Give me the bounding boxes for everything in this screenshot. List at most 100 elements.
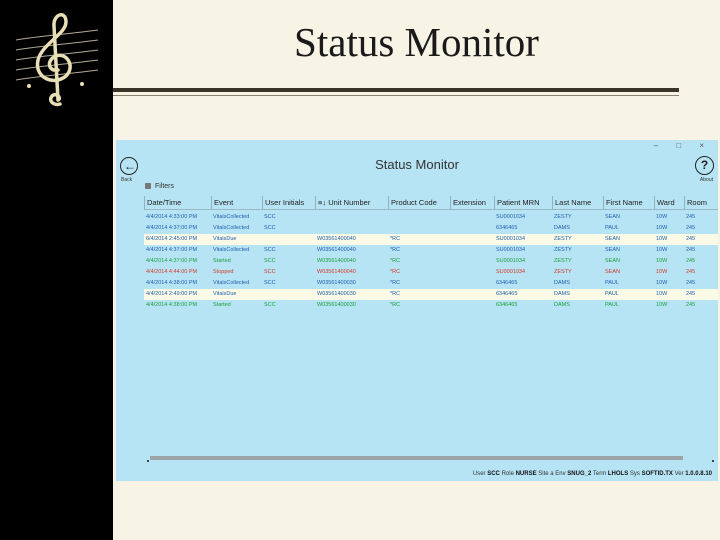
left-decor-bar [0, 0, 113, 540]
cell-extension [450, 289, 494, 300]
column-header-extension[interactable]: Extension [450, 196, 494, 209]
cell-event: VitalsCollected [213, 280, 250, 286]
column-header-ward[interactable]: Ward [654, 196, 684, 209]
cell-product: *RC [390, 258, 401, 264]
cell-unit [315, 212, 388, 223]
cell-user: SCC [264, 280, 276, 286]
cell-user: SCC [264, 302, 276, 308]
cell-date: 4/4/2014 4:37:00 PM [146, 247, 198, 253]
column-header-last-name[interactable]: Last Name [552, 196, 603, 209]
question-mark-icon: ? [700, 158, 709, 172]
cell-last: ZESTY [554, 269, 572, 275]
window-controls[interactable]: – □ × [654, 141, 712, 150]
app-title: Status Monitor [375, 157, 459, 172]
cell-first: PAUL [605, 225, 619, 231]
status-ver-label: Ver [674, 471, 684, 477]
cell-date: 4/4/2014 4:37:00 PM [146, 225, 198, 231]
cell-user [262, 289, 315, 300]
horizontal-scrollbar[interactable] [150, 456, 683, 460]
cell-first: PAUL [605, 280, 619, 286]
cell-ward: 10W [656, 269, 668, 275]
cell-user: SCC [264, 247, 276, 253]
column-header-product-code[interactable]: Product Code [388, 196, 450, 209]
cell-event: Started [213, 302, 231, 308]
cell-user: SCC [264, 269, 276, 275]
cell-mrn: 6346465 [496, 280, 518, 286]
table-row[interactable]: 4/4/2014 4:37:00 PM Started SCC W0356140004… [144, 256, 718, 267]
cell-mrn: 6346465 [496, 225, 518, 231]
cell-extension [450, 245, 494, 256]
cell-room: 245 [686, 280, 696, 286]
cell-user: SCC [264, 225, 276, 231]
cell-event: Started [213, 258, 231, 264]
cell-product [388, 212, 450, 223]
about-button[interactable]: ? [695, 156, 714, 175]
cell-mrn: SU0001034 [496, 247, 526, 253]
filters-label: Filters [154, 183, 175, 190]
grid-header: Date/Time Event User Initials ≡↓ Unit Nu… [144, 196, 718, 210]
cell-room: 245 [686, 302, 696, 308]
status-table-body: 4/4/2014 4:33:00 PM VitalsCollected SCC SU0… [144, 212, 718, 311]
cell-last: DAMS [554, 280, 570, 286]
table-row[interactable]: 4/4/2014 4:33:00 PM VitalsCollected SCC SU0… [144, 212, 718, 223]
column-header-date-time[interactable]: Date/Time [144, 196, 211, 209]
cell-extension [450, 256, 494, 267]
cell-user: SCC [264, 214, 276, 220]
column-header-unit-number-label: Unit Number [328, 198, 371, 207]
cell-last: ZESTY [554, 258, 572, 264]
status-role-value: NURSE [515, 471, 537, 477]
cell-last: ZESTY [554, 236, 572, 242]
table-row[interactable]: 4/4/2014 2:49:00 PM VitalsDue W03561400030… [144, 289, 718, 300]
table-row[interactable]: 4/4/2014 4:37:00 PM VitalsCollected SCC W03… [144, 245, 718, 256]
cell-ward: 10W [656, 258, 668, 264]
status-sys-value: SOFTID.TX [641, 471, 673, 477]
status-user-label: User [472, 471, 486, 477]
filters-expander[interactable]: Filters [145, 183, 174, 190]
table-row[interactable]: 4/4/2014 4:38:00 PM VitalsCollected SCC W03… [144, 278, 718, 289]
cell-ward: 10W [656, 280, 668, 286]
cell-user: SCC [264, 258, 276, 264]
cell-mrn: SU0001034 [496, 269, 526, 275]
cell-product [388, 223, 450, 234]
cell-unit: W03561400040 [317, 269, 356, 275]
cell-product: *RC [390, 302, 401, 308]
cell-ward: 10W [656, 302, 668, 308]
cell-date: 4/4/2014 4:33:00 PM [146, 214, 198, 220]
cell-mrn: 6346465 [496, 291, 518, 297]
cell-event: VitalsCollected [213, 225, 250, 231]
column-header-first-name[interactable]: First Name [603, 196, 654, 209]
cell-product: *RC [390, 236, 401, 242]
cell-date: 4/4/2014 4:44:00 PM [146, 269, 198, 275]
cell-first: PAUL [605, 291, 619, 297]
status-site-value: a Env [550, 471, 566, 477]
scroll-right-icon[interactable] [712, 460, 714, 462]
about-label: About [699, 177, 713, 183]
cell-last: DAMS [554, 302, 570, 308]
slide-title: Status Monitor [294, 19, 539, 65]
cell-product: *RC [390, 247, 401, 253]
status-term-label: Term [592, 471, 607, 477]
table-row[interactable]: 4/4/2014 4:38:00 PM Started SCC W0356140003… [144, 300, 718, 311]
cell-first: SEAN [605, 269, 620, 275]
cell-unit: W03561400040 [317, 258, 356, 264]
column-header-user-initials[interactable]: User Initials [262, 196, 315, 209]
cell-event: VitalsDue [213, 236, 237, 242]
cell-first: PAUL [605, 302, 619, 308]
column-header-unit-number[interactable]: ≡↓ Unit Number [315, 196, 388, 209]
cell-product: *RC [390, 280, 401, 286]
table-row[interactable]: 4/4/2014 4:44:00 PM Stopped SCC W0356140004… [144, 267, 718, 278]
cell-unit: W03561400030 [317, 280, 356, 286]
cell-room: 245 [686, 236, 696, 242]
status-ver-value: 1.0.0.8.10 [685, 471, 712, 477]
column-header-room[interactable]: Room [684, 196, 718, 209]
cell-ward: 10W [656, 291, 668, 297]
table-row[interactable]: 4/4/2014 4:37:00 PM VitalsCollected SCC 634… [144, 223, 718, 234]
cell-room: 245 [686, 225, 696, 231]
cell-product: *RC [390, 269, 401, 275]
scroll-left-icon[interactable] [147, 460, 149, 462]
table-row[interactable]: 6/4/2014 2:45:00 PM VitalsDue W03561400040… [144, 234, 718, 245]
column-header-patient-mrn[interactable]: Patient MRN [494, 196, 552, 209]
column-header-event[interactable]: Event [211, 196, 262, 209]
cell-unit: W03561400030 [317, 291, 356, 297]
cell-unit [315, 223, 388, 234]
